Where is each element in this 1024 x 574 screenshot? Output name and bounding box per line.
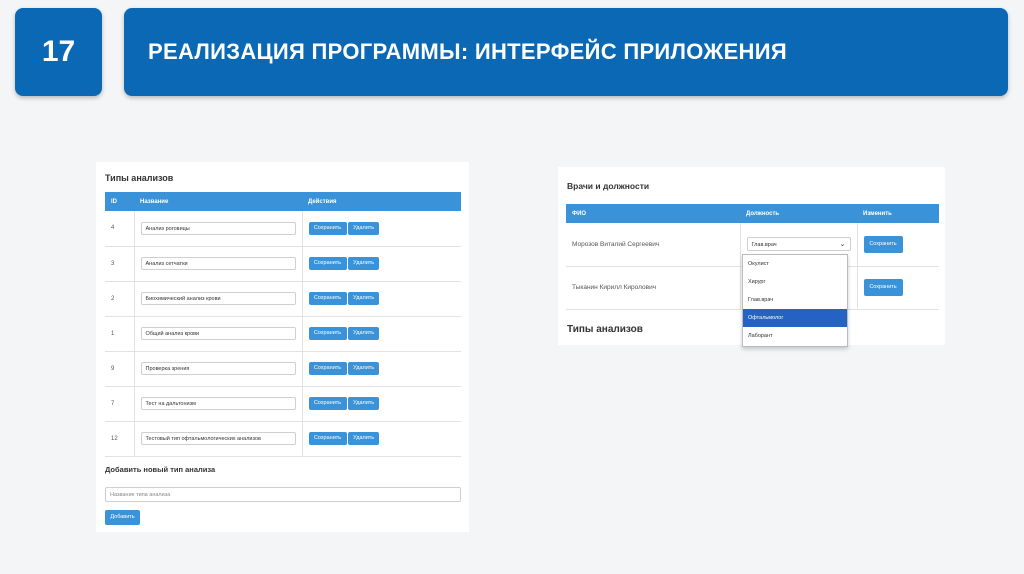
add-button[interactable]: Добавить [105,510,140,525]
row-id: 12 [105,421,135,457]
add-heading: Добавить новый тип анализа [105,465,216,474]
type-name-input[interactable]: Проверка зрения [140,362,296,375]
type-name-input[interactable]: Анализ сетчатки [140,257,296,270]
save-button[interactable]: Сохранить [308,432,347,445]
dropdown-option[interactable]: Лаборант [743,327,847,345]
slide-title: РЕАЛИЗАЦИЯ ПРОГРАММЫ: ИНТЕРФЕЙС ПРИЛОЖЕН… [124,8,1008,96]
delete-button[interactable]: Удалить [348,362,380,375]
row-id: 9 [105,351,135,387]
type-name-input[interactable]: Тест на дальтонизм [140,397,296,410]
type-name-input[interactable]: Анализ роговицы [140,221,296,235]
delete-button[interactable]: Удалить [348,292,380,305]
dropdown-option[interactable]: Окулист [743,255,847,273]
column-header-actions: Действия [302,192,461,211]
delete-button[interactable]: Удалить [348,432,380,445]
chevron-down-icon: ⌄ [839,241,846,249]
type-name-input[interactable]: Тестовый тип офтальмологических анализов [140,432,296,445]
sub-heading: Типы анализов [567,324,643,335]
save-button[interactable]: Сохранить [863,235,903,253]
row-id: 4 [105,211,135,247]
table-row: 7 Тест на дальтонизм Сохранить Удалить [105,386,461,422]
dropdown-option[interactable]: Глав.врач [743,291,847,309]
delete-button[interactable]: Удалить [348,327,380,340]
analysis-types-panel: Типы анализов ID Название Действия 4 Анал… [96,162,469,532]
save-button[interactable]: Сохранить [863,279,903,296]
table-row: 12 Тестовый тип офтальмологических анализ… [105,421,461,457]
save-button[interactable]: Сохранить [308,397,347,410]
panel-heading: Врачи и должности [567,181,650,191]
doctor-name: Морозов Виталий Сергеевич [566,223,741,267]
dropdown-option[interactable]: Хирург [743,273,847,291]
type-name-input[interactable]: Биохимический анализ крови [140,292,296,305]
type-name-input[interactable]: Общий анализ крови [140,327,296,340]
analysis-types-table: ID Название Действия 4 Анализ роговицы Сох… [105,192,461,457]
table-row: 2 Биохимический анализ крови Сохранить Уда… [105,281,461,317]
save-button[interactable]: Сохранить [308,362,347,375]
panel-heading: Типы анализов [105,173,174,183]
delete-button[interactable]: Удалить [348,221,380,235]
column-header-edit: Изменить [857,204,939,223]
position-select-value: Глав.врач [751,242,777,249]
slide-number: 17 [15,8,102,96]
table-row: 4 Анализ роговицы Сохранить Удалить [105,211,461,247]
position-select[interactable]: Глав.врач ⌄ [746,237,851,252]
save-button[interactable]: Сохранить [308,257,347,270]
save-button[interactable]: Сохранить [308,221,347,235]
save-button[interactable]: Сохранить [308,292,347,305]
column-header-position: Должность [740,204,857,223]
doctors-panel: Врачи и должности ФИО Должность Изменить… [558,167,945,347]
save-button[interactable]: Сохранить [308,327,347,340]
row-id: 2 [105,281,135,317]
position-dropdown-list: Окулист Хирург Глав.врач Офтальмолог Лаборан… [742,254,848,347]
column-header-fio: ФИО [566,204,740,223]
row-id: 3 [105,246,135,282]
column-header-id: ID [105,192,134,211]
add-type-input[interactable]: Название типа анализа [105,487,461,502]
row-id: 7 [105,386,135,422]
doctor-name: Тыканин Кирилл Киролович [566,266,741,310]
delete-button[interactable]: Удалить [348,257,380,270]
table-row: 9 Проверка зрения Сохранить Удалить [105,351,461,387]
column-header-name: Название [134,192,302,211]
table-row: 3 Анализ сетчатки Сохранить Удалить [105,246,461,282]
dropdown-option[interactable]: Офтальмолог [743,309,847,327]
delete-button[interactable]: Удалить [348,397,380,410]
table-row: 1 Общий анализ крови Сохранить Удалить [105,316,461,352]
row-id: 1 [105,316,135,352]
